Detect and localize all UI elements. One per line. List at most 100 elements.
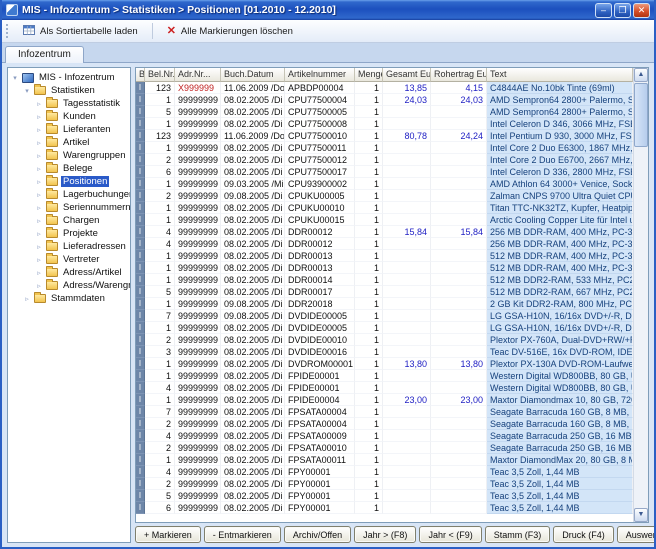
column-header-rohertrag-euro[interactable]: Rohertrag Euro [431, 68, 487, 82]
expanded-icon[interactable]: ▾ [11, 74, 19, 82]
collapsed-icon[interactable]: ▹ [35, 139, 43, 147]
column-header-buch-datum[interactable]: Buch.Datum [221, 68, 285, 82]
table-row[interactable]: I19999999908.02.2005 /DiDDR000141512 MB … [136, 274, 633, 286]
table-row[interactable]: I19999999908.02.2005 /DiFPIDE00004123,00… [136, 394, 633, 406]
table-row[interactable]: I29999999908.02.2005 /DiFPSATA000041Seag… [136, 418, 633, 430]
druck-f4-button[interactable]: Druck (F4) [553, 526, 614, 543]
toolbar-grip[interactable] [6, 24, 9, 38]
table-row[interactable]: I29999999908.02.2005 /DiFPSATA000101Seag… [136, 442, 633, 454]
jahr-f9-button[interactable]: Jahr < (F9) [419, 526, 481, 543]
grid-body[interactable]: I123X99999911.06.2009 /DoAPBDP00004113,8… [136, 82, 633, 522]
table-row[interactable]: I29999999908.02.2005 /DiCPU775000121Inte… [136, 154, 633, 166]
expanded-icon[interactable]: ▾ [23, 87, 31, 95]
tree-item-artikel[interactable]: ▹Artikel [8, 136, 130, 149]
table-row[interactable]: I19999999908.02.2005 /DiCPU775000111Inte… [136, 142, 633, 154]
tree-item-vertreter[interactable]: ▹Vertreter [8, 253, 130, 266]
scrollbar-track[interactable] [634, 82, 648, 508]
collapsed-icon[interactable]: ▹ [35, 126, 43, 134]
table-row[interactable]: I79999999909.08.2005 /DiDVDIDE000051LG G… [136, 310, 633, 322]
entmarkieren-button[interactable]: - Entmarkieren [204, 526, 281, 543]
table-row[interactable]: I49999999908.02.2005 /DiFPSATA000091Seag… [136, 430, 633, 442]
table-row[interactable]: I49999999908.02.2005 /DiDDR000121256 MB … [136, 238, 633, 250]
vertical-scrollbar[interactable]: ▲ ▼ [633, 68, 648, 522]
tree-item-statistiken[interactable]: ▾Statistiken [8, 84, 130, 97]
clear-marks-button[interactable]: ✕ Alle Markierungen löschen [159, 23, 301, 40]
tree-item-chargen[interactable]: ▹Chargen [8, 214, 130, 227]
table-row[interactable]: I123X99999911.06.2009 /DoAPBDP00004113,8… [136, 82, 633, 94]
collapsed-icon[interactable]: ▹ [35, 282, 43, 290]
table-row[interactable]: I19999999909.03.2005 /MiCPU939000021AMD … [136, 178, 633, 190]
table-row[interactable]: I19999999908.02.2005 /DiDVDROM00001113,8… [136, 358, 633, 370]
tree-item-positionen[interactable]: ▹Positionen [8, 175, 130, 188]
collapsed-icon[interactable]: ▹ [35, 165, 43, 173]
column-header-menge[interactable]: Menge [355, 68, 383, 82]
table-row[interactable]: I29999999908.02.2005 /DiFPY000011Teac 3,… [136, 478, 633, 490]
collapsed-icon[interactable]: ▹ [35, 178, 43, 186]
scrollbar-thumb[interactable] [634, 83, 648, 147]
tree-item-lagerbuchungen[interactable]: ▹Lagerbuchungen [8, 188, 130, 201]
table-row[interactable]: I29999999908.02.2005 /DiDVDIDE000101Plex… [136, 334, 633, 346]
load-sort-table-button[interactable]: Als Sortiertabelle laden [15, 21, 146, 42]
table-row[interactable]: I79999999908.02.2005 /DiFPSATA000041Seag… [136, 406, 633, 418]
column-header-artikelnummer[interactable]: Artikelnummer [285, 68, 355, 82]
column-header-text[interactable]: Text [487, 68, 633, 82]
table-row[interactable]: I19999999908.02.2005 /DiCPUKU000151Arcti… [136, 214, 633, 226]
column-header-b[interactable]: B [136, 68, 145, 82]
jahr-f8-button[interactable]: Jahr > (F8) [354, 526, 416, 543]
table-row[interactable]: I19999999908.02.2005 /DiDDR000131512 MB … [136, 262, 633, 274]
archiv-offen-button[interactable]: Archiv/Offen [284, 526, 351, 543]
table-row[interactable]: I39999999908.02.2005 /DiDVDIDE000161Teac… [136, 346, 633, 358]
tree-item-projekte[interactable]: ▹Projekte [8, 227, 130, 240]
tree-item-adress-warengruppen[interactable]: ▹Adress/Warengruppen [8, 279, 130, 292]
table-row[interactable]: I59999999908.02.2005 /DiCPU775000051AMD … [136, 106, 633, 118]
table-row[interactable]: I49999999908.02.2005 /DiDDR00012115,8415… [136, 226, 633, 238]
tree-item-seriennummern[interactable]: ▹Seriennummern [8, 201, 130, 214]
table-row[interactable]: I59999999908.02.2005 /DiDDR000171512 MB … [136, 286, 633, 298]
column-header-bel-nr[interactable]: Bel.Nr... [145, 68, 175, 82]
table-row[interactable]: I19999999908.02.2005 /DiFPSATA000111Maxt… [136, 454, 633, 466]
maximize-button[interactable]: ❐ [614, 3, 631, 18]
table-row[interactable]: I49999999908.02.2005 /DiFPY000011Teac 3,… [136, 466, 633, 478]
collapsed-icon[interactable]: ▹ [35, 243, 43, 251]
collapsed-icon[interactable]: ▹ [35, 100, 43, 108]
tree-item-lieferanten[interactable]: ▹Lieferanten [8, 123, 130, 136]
tree-item-mis-infozentrum[interactable]: ▾MIS - Infozentrum [8, 71, 130, 84]
collapsed-icon[interactable]: ▹ [35, 230, 43, 238]
tree-item-stammdaten[interactable]: ▹Stammdaten [8, 292, 130, 305]
tab-infozentrum[interactable]: Infozentrum [5, 46, 84, 63]
tree-item-lieferadressen[interactable]: ▹Lieferadressen [8, 240, 130, 253]
auswertung-button[interactable]: Auswertung [617, 526, 656, 543]
table-row[interactable]: I49999999908.02.2005 /DiFPIDE000011Weste… [136, 382, 633, 394]
table-row[interactable]: I19999999908.02.2005 /DiFPIDE000011Weste… [136, 370, 633, 382]
collapsed-icon[interactable]: ▹ [23, 295, 31, 303]
table-row[interactable]: I19999999908.02.2005 /DiDVDIDE000051LG G… [136, 322, 633, 334]
scroll-down-icon[interactable]: ▼ [634, 508, 648, 522]
table-row[interactable]: I59999999908.02.2005 /DiFPY000011Teac 3,… [136, 490, 633, 502]
collapsed-icon[interactable]: ▹ [35, 191, 43, 199]
tree-item-warengruppen[interactable]: ▹Warengruppen [8, 149, 130, 162]
table-row[interactable]: I1239999999911.06.2009 /DoCPU77500010180… [136, 130, 633, 142]
tree-item-tagesstatistik[interactable]: ▹Tagesstatistik [8, 97, 130, 110]
column-header-gesamt-euro[interactable]: Gesamt Euro [383, 68, 431, 82]
minimize-button[interactable]: – [595, 3, 612, 18]
collapsed-icon[interactable]: ▹ [35, 217, 43, 225]
column-header-adr-nr[interactable]: Adr.Nr... [175, 68, 221, 82]
table-row[interactable]: I69999999908.02.2005 /DiFPY000011Teac 3,… [136, 502, 633, 514]
stamm-f3-button[interactable]: Stamm (F3) [485, 526, 551, 543]
tree-item-belege[interactable]: ▹Belege [8, 162, 130, 175]
table-row[interactable]: I19999999908.02.2005 /DiDDR000131512 MB … [136, 250, 633, 262]
collapsed-icon[interactable]: ▹ [35, 256, 43, 264]
tree-item-adress-artikel[interactable]: ▹Adress/Artikel [8, 266, 130, 279]
tree-item-kunden[interactable]: ▹Kunden [8, 110, 130, 123]
close-button[interactable]: ✕ [633, 3, 650, 18]
collapsed-icon[interactable]: ▹ [35, 152, 43, 160]
table-row[interactable]: I19999999908.02.2005 /DiCPUKU000101Titan… [136, 202, 633, 214]
markieren-button[interactable]: + Markieren [135, 526, 201, 543]
table-row[interactable]: I19999999908.02.2005 /DiCPU77500004124,0… [136, 94, 633, 106]
table-row[interactable]: I29999999909.08.2005 /DiCPUKU000051Zalma… [136, 190, 633, 202]
collapsed-icon[interactable]: ▹ [35, 113, 43, 121]
collapsed-icon[interactable]: ▹ [35, 204, 43, 212]
collapsed-icon[interactable]: ▹ [35, 269, 43, 277]
scroll-up-icon[interactable]: ▲ [634, 68, 648, 82]
table-row[interactable]: I69999999908.02.2005 /DiCPU775000171Inte… [136, 166, 633, 178]
